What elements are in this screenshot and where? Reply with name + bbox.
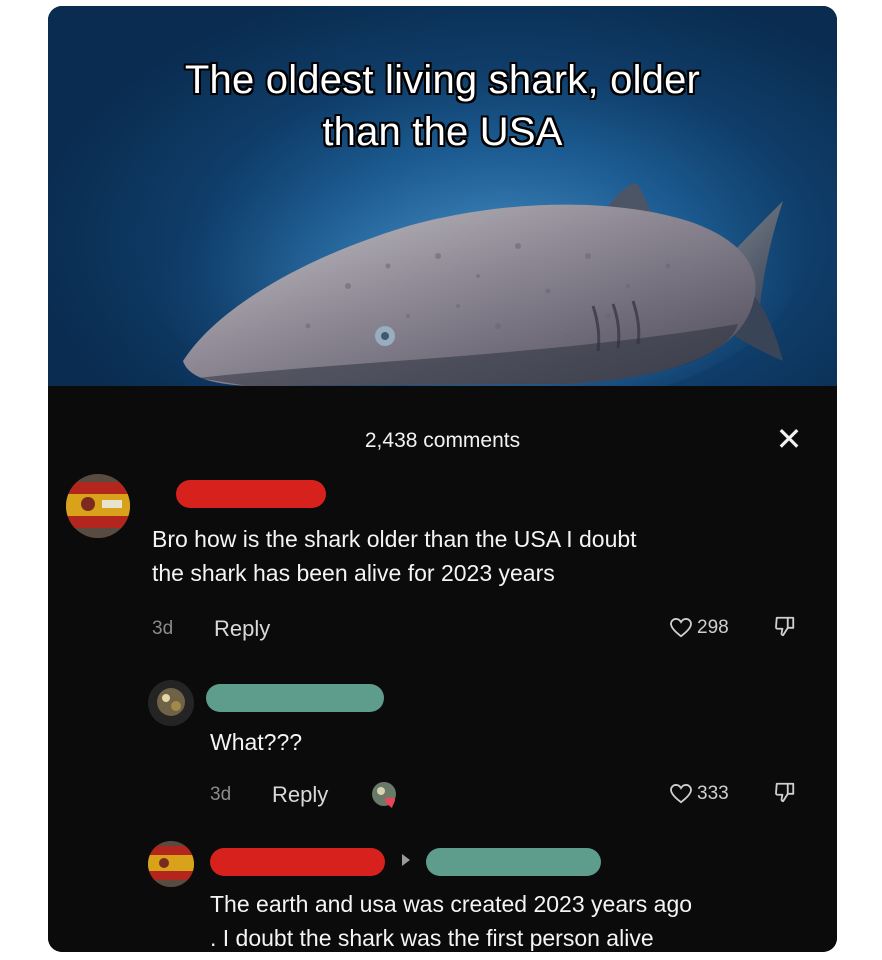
reply-button[interactable]: Reply xyxy=(272,782,328,808)
heart-icon xyxy=(670,618,692,638)
post-caption: The oldest living shark, older than the … xyxy=(48,54,837,158)
username-redacted[interactable] xyxy=(206,684,384,712)
like-count: 333 xyxy=(697,783,729,804)
username-redacted[interactable] xyxy=(210,848,385,876)
comment-text-line1: Bro how is the shark older than the USA … xyxy=(152,526,637,552)
comment-age: 3d xyxy=(152,618,174,639)
reply-to-username-redacted[interactable] xyxy=(426,848,601,876)
avatar[interactable] xyxy=(148,841,194,887)
dislike-button[interactable] xyxy=(774,615,796,642)
post-caption-line2: than the USA xyxy=(322,109,564,155)
creator-liked-badge xyxy=(370,780,400,810)
reply-button[interactable]: Reply xyxy=(214,616,270,642)
close-icon[interactable]: ✕ xyxy=(774,423,804,455)
post-caption-line1: The oldest living shark, older xyxy=(184,57,701,103)
avatar[interactable] xyxy=(66,474,130,538)
comment-text: The earth and usa was created 2023 years… xyxy=(210,887,830,952)
comments-count: 2,438 comments xyxy=(364,429,521,452)
reply-arrow-icon xyxy=(402,854,410,866)
avatar[interactable] xyxy=(148,680,194,726)
comment-text-line2: . I doubt the shark was the first person… xyxy=(210,925,654,951)
post-image: The oldest living shark, older than the … xyxy=(48,6,837,386)
like-button[interactable]: 298 xyxy=(670,617,729,639)
thumbs-down-icon xyxy=(775,616,795,637)
thumbs-down-icon xyxy=(775,782,795,803)
like-count: 298 xyxy=(697,617,729,638)
comment-text: Bro how is the shark older than the USA … xyxy=(152,522,832,590)
dislike-button[interactable] xyxy=(774,781,796,808)
like-button[interactable]: 333 xyxy=(670,783,729,805)
comment-text-line2: the shark has been alive for 2023 years xyxy=(152,560,555,586)
comment-age: 3d xyxy=(210,784,232,805)
post-card: The oldest living shark, older than the … xyxy=(48,6,837,952)
comment-text: What??? xyxy=(210,729,303,755)
heart-icon xyxy=(670,784,692,804)
comment-text-line1: The earth and usa was created 2023 years… xyxy=(210,891,693,917)
comments-sheet: 2,438 comments ✕ Bro how is the shark ol… xyxy=(48,386,837,952)
username-redacted[interactable] xyxy=(176,480,326,508)
